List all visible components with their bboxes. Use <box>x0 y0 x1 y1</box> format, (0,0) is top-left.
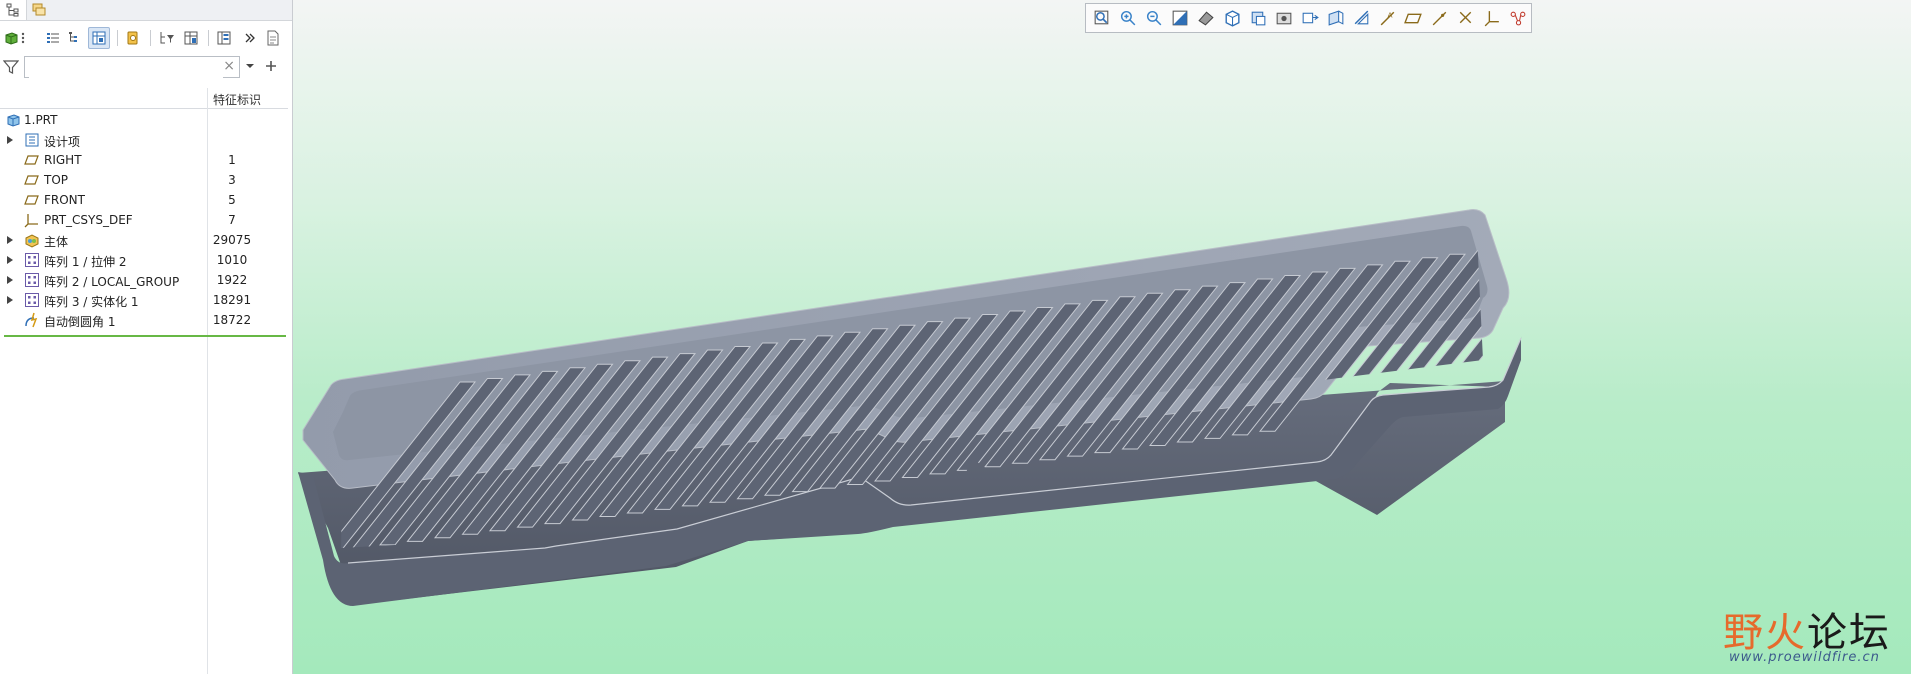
app-window: × 特征标识 1.PRT 设计项 RIGHT 1 TOP 3 FRONT 5 PRT_CSYS_… <box>0 0 1911 674</box>
model-tree-tab[interactable] <box>0 0 27 20</box>
layers-icon <box>32 3 46 16</box>
pattern-icon <box>24 292 40 308</box>
tree-item[interactable]: PRT_CSYS_DEF 7 <box>0 210 288 230</box>
tree-item-feature-id: 3 <box>228 173 236 187</box>
search-input[interactable] <box>29 58 223 78</box>
tree-toolbar <box>0 24 292 52</box>
body-cube-icon <box>5 32 18 45</box>
pattern-icon <box>24 252 40 268</box>
tree-item-label: TOP <box>44 173 69 187</box>
tree-item[interactable]: 1.PRT <box>0 110 288 130</box>
vertical-dots-icon <box>21 32 25 44</box>
search-dropdown-button[interactable] <box>245 60 257 74</box>
expand-arrow-icon[interactable] <box>6 295 14 305</box>
panel-tabs <box>0 0 292 21</box>
tree-item-feature-id: 18291 <box>212 293 252 307</box>
graphics-viewport[interactable]: A 野火论坛 www.proewildfire.cn <box>293 0 1911 674</box>
double-chevron-right-icon <box>245 33 255 43</box>
more-options-button[interactable] <box>19 27 27 49</box>
toolbar-separator <box>117 30 118 46</box>
settings-button[interactable] <box>122 27 144 49</box>
toolbar-separator <box>150 30 151 46</box>
tree-item[interactable]: 阵列 3 / 实体化 1 18291 <box>0 290 288 310</box>
search-box: × <box>24 56 240 78</box>
body-icon <box>24 232 40 248</box>
tree-item-feature-id: 5 <box>228 193 236 207</box>
model-tree-panel: × 特征标识 1.PRT 设计项 RIGHT 1 TOP 3 FRONT 5 PRT_CSYS_… <box>0 0 293 674</box>
watermark-logo: 野火论坛 www.proewildfire.cn <box>1723 590 1903 670</box>
tree-item-feature-id: 7 <box>228 213 236 227</box>
layers-tab[interactable] <box>26 0 52 20</box>
expand-arrow-icon[interactable] <box>6 135 14 145</box>
toolbar-separator <box>208 30 209 46</box>
tree-item-label: RIGHT <box>44 153 82 167</box>
tree-item-label: 1.PRT <box>24 113 58 127</box>
tree-item[interactable]: 设计项 <box>0 130 288 150</box>
expand-arrow-icon[interactable] <box>6 235 14 245</box>
rib-slot <box>1508 229 1658 399</box>
tree-item-label: 主体 <box>44 235 69 249</box>
tree-header: 特征标识 <box>0 88 288 109</box>
tree-item-feature-id: 18722 <box>212 313 252 327</box>
csys-icon <box>24 212 40 228</box>
pattern-icon <box>24 272 40 288</box>
watermark-url: www.proewildfire.cn <box>1729 650 1880 665</box>
list-icon <box>47 33 59 43</box>
tree-columns-button[interactable] <box>64 27 86 49</box>
part-model[interactable] <box>293 0 1911 674</box>
show-tree-button[interactable] <box>88 27 110 49</box>
rib-slot <box>1535 226 1685 396</box>
part-icon <box>5 112 21 128</box>
clear-search-button[interactable]: × <box>223 58 235 74</box>
columns-icon <box>217 31 231 45</box>
tree-icon <box>6 3 19 17</box>
expand-arrow-icon[interactable] <box>6 275 14 285</box>
tree-item[interactable]: RIGHT 1 <box>0 150 288 170</box>
tree-item[interactable]: 阵列 2 / LOCAL_GROUP 1922 <box>0 270 288 290</box>
tree-filter-icon <box>160 32 174 44</box>
tree-item[interactable]: 主体 29075 <box>0 230 288 250</box>
tree-item-label: 阵列 3 / 实体化 1 <box>44 295 139 309</box>
add-filter-button[interactable] <box>265 60 279 74</box>
notebook-button[interactable] <box>262 27 284 49</box>
settings-icon <box>127 31 138 45</box>
design-items-icon <box>24 132 40 148</box>
filter-row: × <box>0 54 292 82</box>
tree-item-feature-id: 29075 <box>212 233 252 247</box>
datum-plane-icon <box>24 152 40 168</box>
tree-filters-button[interactable] <box>156 27 178 49</box>
chevron-down-icon <box>246 64 254 68</box>
tree-table-icon <box>92 31 106 45</box>
tree-item[interactable]: 阵列 1 / 拉伸 2 1010 <box>0 250 288 270</box>
tree-item-label: 阵列 1 / 拉伸 2 <box>44 255 127 269</box>
tree-item[interactable]: FRONT 5 <box>0 190 288 210</box>
tree-item-feature-id: 1010 <box>216 253 248 267</box>
document-icon <box>267 30 279 46</box>
tree-item-label: PRT_CSYS_DEF <box>44 213 133 227</box>
tree-item-label: 自动倒圆角 1 <box>44 315 116 329</box>
tree-item-label: FRONT <box>44 193 85 207</box>
auto-round-icon <box>24 312 40 328</box>
feature-id-column-header[interactable]: 特征标识 <box>213 91 261 108</box>
rib-slot <box>1563 222 1713 392</box>
tree-item-label: 设计项 <box>44 135 81 149</box>
tree-item[interactable]: 自动倒圆角 1 18722 <box>0 310 288 330</box>
expand-arrow-icon[interactable] <box>6 255 14 265</box>
more-tools-button[interactable] <box>239 27 261 49</box>
column-setup-button[interactable] <box>180 27 202 49</box>
rib-slot <box>1478 232 1483 404</box>
show-columns-button[interactable] <box>213 27 235 49</box>
datum-plane-icon <box>24 192 40 208</box>
datum-plane-icon <box>24 172 40 188</box>
tree-item[interactable]: TOP 3 <box>0 170 288 190</box>
tree-item-feature-id: 1 <box>228 153 236 167</box>
tree-item-feature-id: 1922 <box>216 273 248 287</box>
insert-here-marker[interactable] <box>4 335 286 337</box>
filter-icon <box>2 59 20 75</box>
tree-filter-button[interactable] <box>42 27 64 49</box>
tree-list-icon <box>69 32 77 42</box>
tree-item-label: 阵列 2 / LOCAL_GROUP <box>44 275 180 289</box>
column-icon <box>184 31 198 45</box>
plus-icon <box>266 61 276 71</box>
